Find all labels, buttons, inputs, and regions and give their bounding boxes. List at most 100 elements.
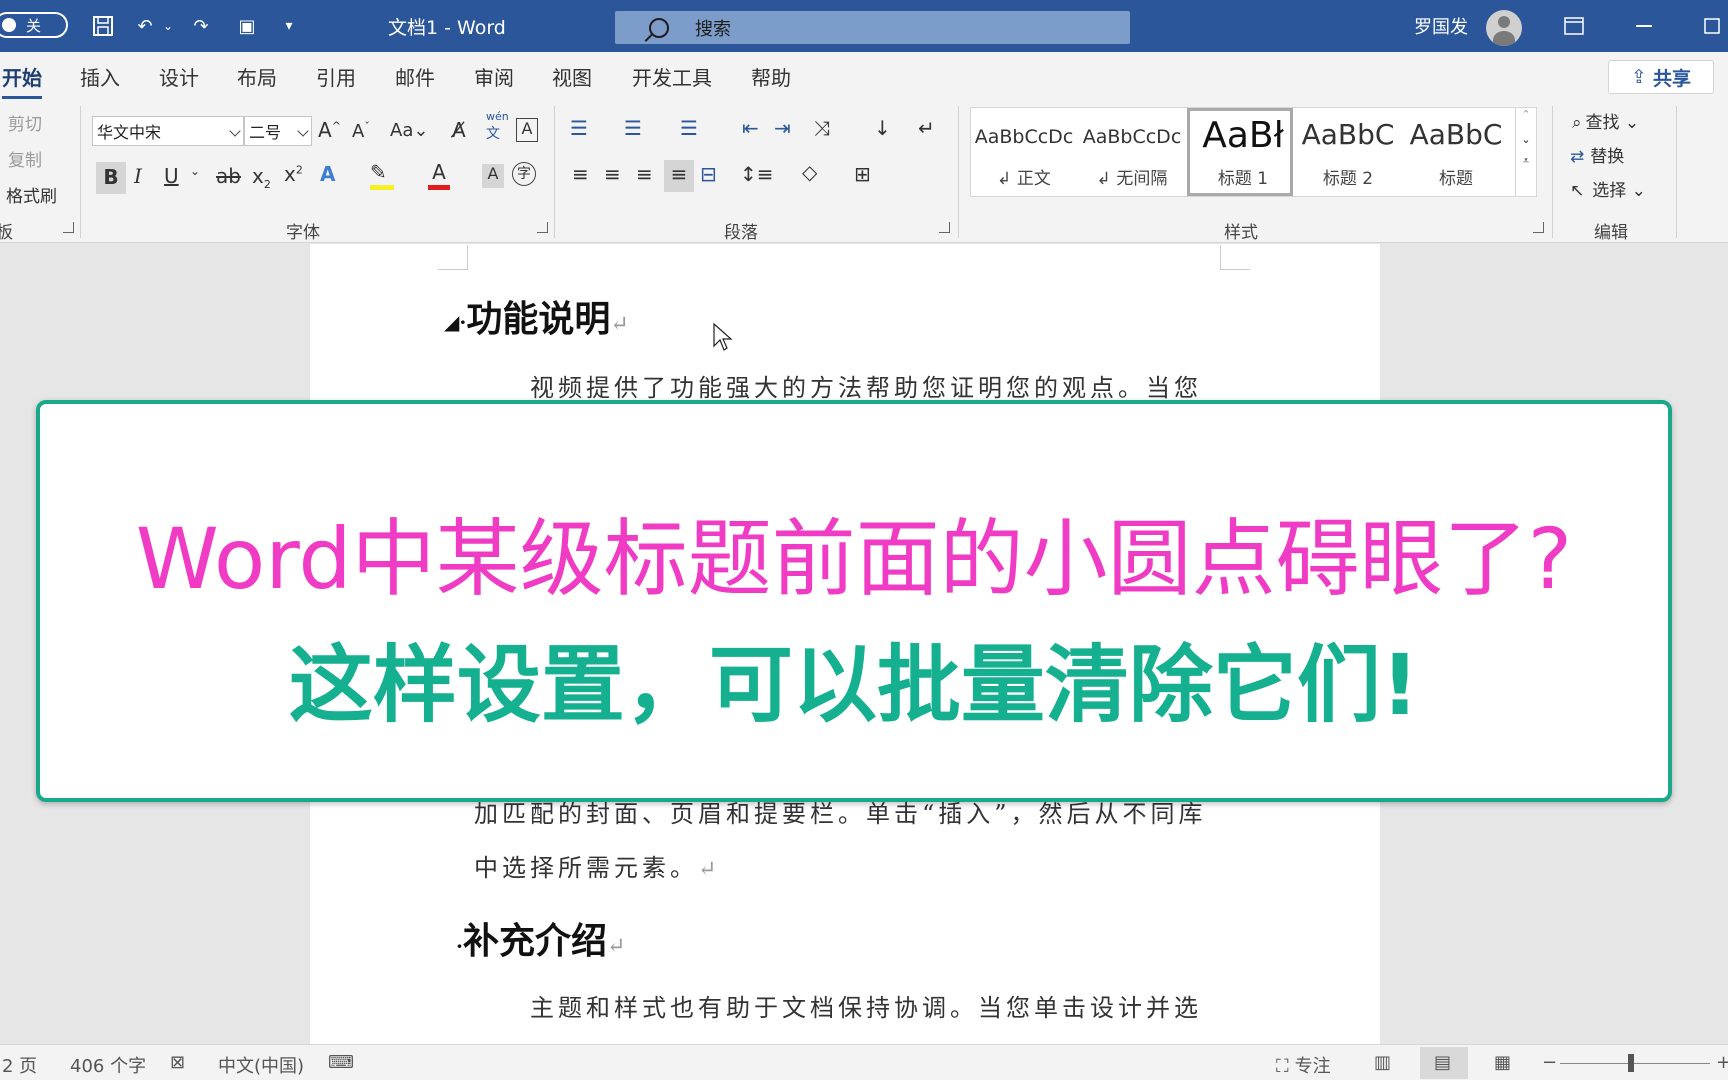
proofing-icon[interactable]: ⊠: [170, 1052, 185, 1073]
print-layout-icon[interactable]: ▤: [1434, 1052, 1451, 1073]
heading-1[interactable]: ◢·功能说明↵: [444, 290, 629, 342]
paragraph-1[interactable]: 视频提供了功能强大的方法帮助您证明您的观点。当您: [530, 368, 1202, 403]
user-name[interactable]: 罗国发: [1414, 0, 1468, 52]
paragraph-launcher-icon[interactable]: [939, 222, 950, 233]
tab-layout[interactable]: 布局: [237, 62, 277, 91]
word-count[interactable]: 406 个字: [70, 1052, 146, 1078]
bullets-icon[interactable]: ☰: [570, 116, 588, 140]
text-effects-icon[interactable]: A: [320, 162, 335, 186]
style-title[interactable]: AaBbC 标题: [1403, 108, 1509, 196]
maximize-icon[interactable]: [1696, 0, 1728, 52]
paragraph-3[interactable]: 主题和样式也有助于文档保持协调。当您单击设计并选: [530, 988, 1202, 1023]
clear-formatting-icon[interactable]: A̸: [452, 118, 466, 142]
format-painter-button[interactable]: 格式刷: [6, 182, 57, 207]
save-icon[interactable]: [86, 0, 120, 52]
justify-icon[interactable]: ≡: [664, 160, 694, 192]
strikethrough-icon[interactable]: ab: [216, 164, 241, 188]
style-heading-1[interactable]: AaBł 标题 1: [1187, 108, 1293, 196]
web-layout-icon[interactable]: ▦: [1494, 1052, 1511, 1073]
avatar[interactable]: [1486, 10, 1522, 46]
select-button[interactable]: ↖ 选择 ⌄: [1570, 176, 1646, 201]
sort-icon[interactable]: ↓: [874, 116, 891, 140]
tab-design[interactable]: 设计: [159, 62, 199, 91]
read-mode-icon[interactable]: ▥: [1374, 1052, 1391, 1073]
text-direction-icon[interactable]: ⤨: [814, 116, 830, 140]
shrink-font-icon[interactable]: Aˇ: [352, 120, 370, 142]
change-case-icon[interactable]: Aa⌄: [390, 120, 428, 141]
tab-view[interactable]: 视图: [552, 62, 592, 91]
show-marks-icon[interactable]: ↵: [918, 116, 935, 140]
zoom-out-icon[interactable]: −: [1542, 1052, 1557, 1073]
tab-developer[interactable]: 开发工具: [632, 62, 712, 91]
ribbon-display-options-icon[interactable]: [1556, 0, 1592, 52]
style-heading-2[interactable]: AaBbC 标题 2: [1295, 108, 1401, 196]
numbering-icon[interactable]: ☰: [624, 116, 642, 140]
undo-icon[interactable]: ↶: [130, 0, 160, 52]
increase-indent-icon[interactable]: ⇥: [774, 116, 791, 140]
underline-dropdown-icon[interactable]: ⌄: [190, 164, 200, 178]
align-right-icon[interactable]: ≡: [636, 162, 653, 186]
chevron-down-icon[interactable]: ⌄: [1516, 133, 1536, 146]
character-border-icon[interactable]: A: [516, 118, 538, 142]
page-count[interactable]: 2 页: [2, 1052, 37, 1078]
heading-2[interactable]: ·补充介绍↵: [456, 912, 625, 964]
clipboard-launcher-icon[interactable]: [63, 222, 74, 233]
collapse-triangle-icon[interactable]: ◢·: [444, 310, 466, 334]
language-indicator[interactable]: 中文(中国): [218, 1052, 304, 1078]
chevron-up-icon[interactable]: ⌃: [1516, 108, 1536, 121]
zoom-slider-thumb[interactable]: [1628, 1054, 1634, 1072]
minimize-icon[interactable]: [1626, 0, 1662, 52]
decrease-indent-icon[interactable]: ⇤: [742, 116, 759, 140]
copy-button[interactable]: 复制: [8, 146, 42, 171]
distributed-icon[interactable]: ⊟: [700, 162, 717, 186]
replace-button[interactable]: ⇄ 替换: [1570, 142, 1624, 167]
zoom-in-icon[interactable]: +: [1716, 1052, 1728, 1073]
find-button[interactable]: ⌕ 查找 ⌄: [1572, 108, 1639, 133]
font-color-icon[interactable]: A: [428, 160, 450, 190]
align-center-icon[interactable]: ≡: [604, 162, 621, 186]
zoom-slider-track[interactable]: [1560, 1063, 1710, 1064]
styles-launcher-icon[interactable]: [1533, 222, 1544, 233]
enclose-characters-icon[interactable]: 字: [512, 162, 536, 186]
align-left-icon[interactable]: ≡: [572, 162, 589, 186]
tab-mailings[interactable]: 邮件: [395, 62, 435, 91]
bold-icon[interactable]: B: [96, 162, 126, 194]
styles-scrollbar[interactable]: ⌃ ⌄ ⩡: [1515, 107, 1537, 197]
redo-icon[interactable]: ↷: [186, 0, 216, 52]
undo-dropdown-icon[interactable]: ⌄: [160, 0, 176, 52]
borders-icon[interactable]: ⊞: [854, 162, 871, 186]
highlight-icon[interactable]: ✎: [370, 160, 394, 190]
tab-references[interactable]: 引用: [316, 62, 356, 91]
search-box[interactable]: 搜索: [615, 11, 1130, 44]
style-no-spacing[interactable]: AaBbCcDc ↲ 无间隔: [1079, 108, 1185, 196]
autosave-toggle[interactable]: 关: [0, 12, 68, 38]
tab-home[interactable]: 开始: [2, 62, 42, 99]
touch-mode-icon[interactable]: ▣: [232, 0, 262, 52]
font-launcher-icon[interactable]: [537, 222, 548, 233]
tab-help[interactable]: 帮助: [751, 62, 791, 91]
styles-more-icon[interactable]: ⩡: [1516, 154, 1536, 168]
tab-review[interactable]: 审阅: [474, 62, 514, 91]
customize-qat-icon[interactable]: ▾: [276, 0, 302, 52]
heading-1-text: 功能说明: [466, 298, 611, 340]
focus-label: 专注: [1294, 1056, 1331, 1077]
underline-icon[interactable]: U: [164, 164, 179, 188]
paragraph-2-line-2[interactable]: 中选择所需元素。↵: [474, 848, 720, 883]
share-button[interactable]: ⇪ 共享: [1608, 60, 1714, 94]
cut-button[interactable]: 剪切: [8, 110, 42, 135]
shading-icon[interactable]: ◇: [802, 160, 817, 184]
font-name-combo[interactable]: 华文中宋: [92, 116, 244, 146]
italic-icon[interactable]: I: [134, 164, 142, 188]
style-normal[interactable]: AaBbCcDc ↲ 正文: [971, 108, 1077, 196]
subscript-icon[interactable]: x2: [252, 164, 271, 191]
superscript-icon[interactable]: x2: [284, 162, 303, 186]
grow-font-icon[interactable]: A^: [318, 118, 341, 142]
accessibility-icon[interactable]: ⌨: [328, 1052, 354, 1073]
focus-mode-button[interactable]: ⛶ 专注: [1276, 1052, 1331, 1078]
multilevel-list-icon[interactable]: ☰: [680, 116, 698, 140]
line-spacing-icon[interactable]: ↕≡: [740, 162, 774, 186]
phonetic-guide-icon[interactable]: wén 文: [486, 110, 509, 143]
character-shading-icon[interactable]: A: [482, 164, 504, 188]
font-size-combo[interactable]: 二号: [244, 116, 312, 146]
tab-insert[interactable]: 插入: [80, 62, 120, 91]
